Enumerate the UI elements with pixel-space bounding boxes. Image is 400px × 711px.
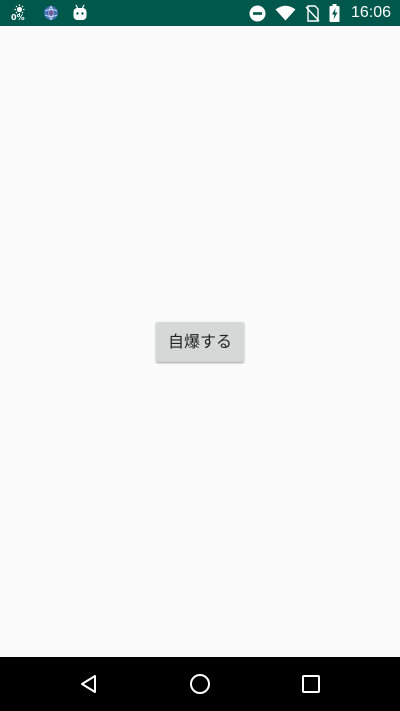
android-robot-icon [72,4,88,22]
wifi-icon [275,5,296,21]
status-bar-left: 0% [10,0,88,26]
app-globe-icon [42,4,60,22]
do-not-disturb-icon [249,5,266,22]
recents-button[interactable] [297,670,325,698]
cpu-usage-label: 0% [11,13,25,22]
back-icon [81,675,96,693]
home-button[interactable] [186,670,214,698]
self-destruct-button[interactable]: 自爆する [156,322,244,362]
status-bar-clock: 16:06 [350,4,391,21]
recents-icon [302,675,320,693]
cpu-usage-icon: 0% [10,1,30,25]
navigation-bar [0,657,400,711]
battery-charging-icon [329,4,340,22]
main-content: 自爆する [0,26,400,657]
status-bar: 0% 16:06 [0,0,400,26]
status-bar-right: 16:06 [249,0,391,26]
back-button[interactable] [75,670,103,698]
home-icon [190,674,210,694]
no-sim-icon [305,4,320,22]
